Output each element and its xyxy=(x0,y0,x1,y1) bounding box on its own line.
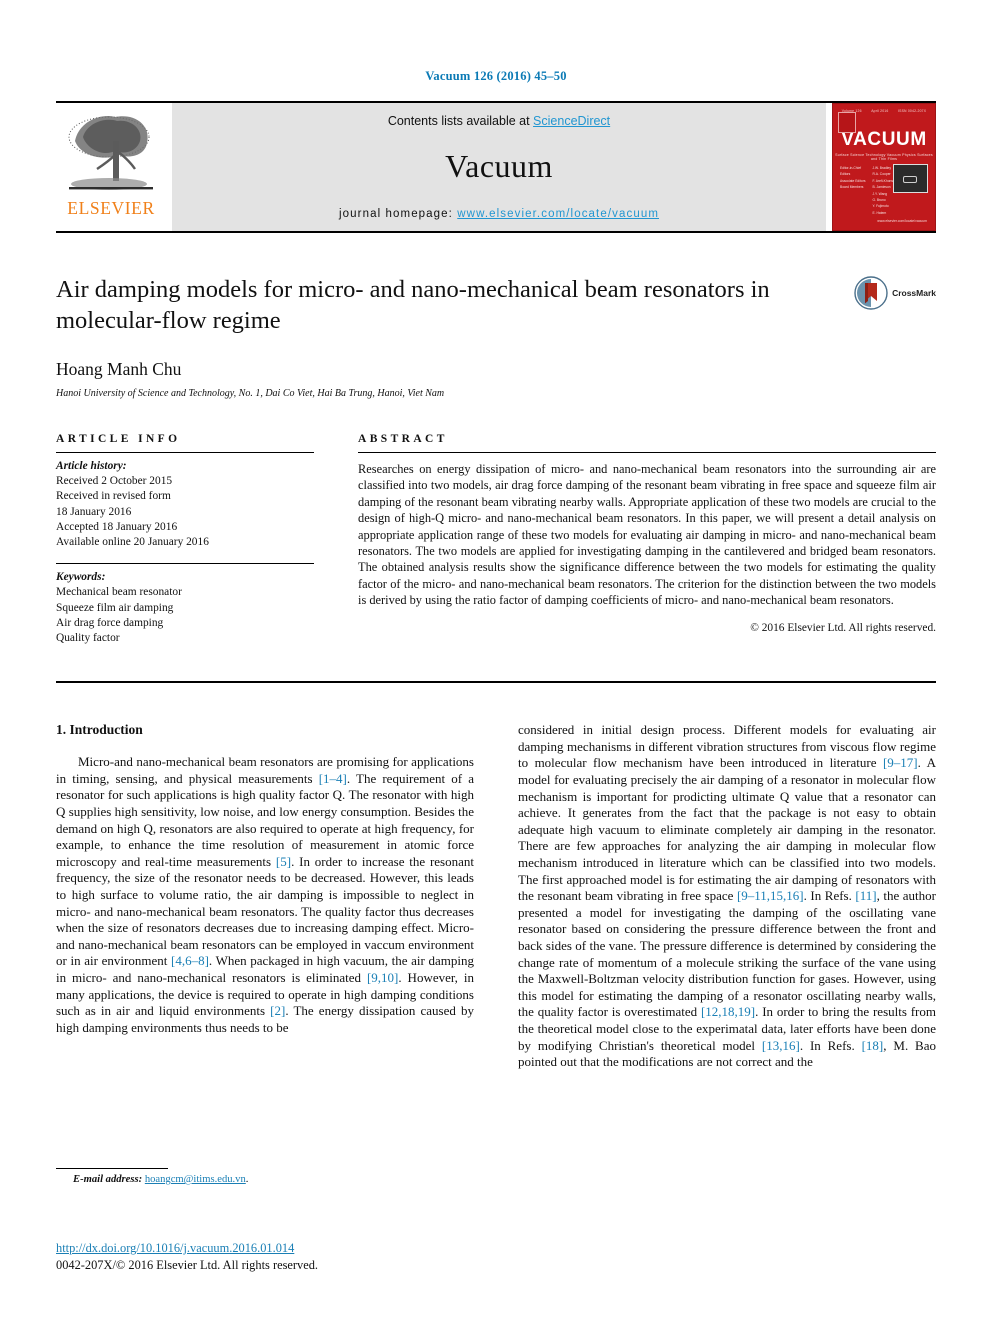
cover-photo xyxy=(893,164,928,193)
article-history-label: Article history: xyxy=(56,460,127,472)
cover-publisher-mark xyxy=(838,112,856,133)
cover-editor-role: Editors xyxy=(840,172,851,177)
article-history-item: 18 January 2016 xyxy=(56,505,132,518)
article-history: Article history: Received 2 October 2015… xyxy=(56,459,314,550)
journal-homepage-link[interactable]: www.elsevier.com/locate/vacuum xyxy=(457,208,659,220)
author-affiliation: Hanoi University of Science and Technolo… xyxy=(56,388,445,399)
intro-paragraph-right: considered in initial design process. Di… xyxy=(518,722,936,1070)
email-footnote: E-mail address: hoangcm@itims.edu.vn. xyxy=(56,1168,476,1185)
section-heading-introduction: 1. Introduction xyxy=(56,722,143,738)
keyword-item: Squeeze film air damping xyxy=(56,601,174,614)
citation-ref[interactable]: [5] xyxy=(276,854,291,869)
keyword-item: Air drag force damping xyxy=(56,616,164,629)
homepage-prefix: journal homepage: xyxy=(339,208,458,220)
cover-editor-name: G. Bruno xyxy=(872,197,886,202)
intro-text: . In order to increase the resonant freq… xyxy=(56,853,474,969)
intro-text: . In Refs. xyxy=(803,888,856,904)
crossmark-badge[interactable]: CrossMark xyxy=(854,276,936,310)
keyword-item: Quality factor xyxy=(56,632,120,645)
cover-editor-role: Board Members xyxy=(840,185,864,190)
citation-ref[interactable]: [18] xyxy=(862,1038,884,1053)
cover-editor-name: E. Hatem xyxy=(872,210,887,215)
abstract-column: ABSTRACT Researches on energy dissipatio… xyxy=(358,433,936,646)
citation-ref[interactable]: [1–4] xyxy=(319,771,347,786)
intro-text: . In Refs. xyxy=(799,1037,862,1053)
footnote-period: . xyxy=(245,1174,249,1185)
journal-masthead: ELSEVIER Contents lists available at Sci… xyxy=(56,101,936,231)
article-page: Vacuum 126 (2016) 45–50 ELSEVIER Content… xyxy=(0,0,992,1323)
intro-text: . A model for evaluating precisely the a… xyxy=(518,755,937,904)
elsevier-wordmark: ELSEVIER xyxy=(67,198,155,218)
abstract-bottom-rule xyxy=(56,681,936,684)
keywords-label: Keywords: xyxy=(56,571,106,584)
keywords-block: Keywords: Mechanical beam resonator Sque… xyxy=(56,570,314,646)
intro-text: , the author presented a model for inves… xyxy=(518,888,936,1020)
citation-ref[interactable]: [4,6–8] xyxy=(171,953,209,968)
page-footer: http://dx.doi.org/10.1016/j.vacuum.2016.… xyxy=(56,1239,318,1273)
page-title: Air damping models for micro- and nano-m… xyxy=(56,276,770,334)
running-head: Vacuum 126 (2016) 45–50 xyxy=(425,69,567,83)
citation-ref[interactable]: [11] xyxy=(855,888,876,903)
intro-text: considered in initial design process. Di… xyxy=(518,722,936,771)
body-columns: 1. Introduction Micro-and nano-mechanica… xyxy=(56,722,936,1070)
cover-topbar-date: April 2016 xyxy=(871,109,889,113)
article-history-item: Available online 20 January 2016 xyxy=(56,536,209,549)
body-column-left: 1. Introduction Micro-and nano-mechanica… xyxy=(56,722,474,1070)
cover-editor-role: Associate Editors xyxy=(840,178,866,183)
article-history-item: Received 2 October 2015 xyxy=(56,475,173,488)
contents-prefix: Contents lists available at xyxy=(387,114,534,128)
masthead-bottom-rule xyxy=(56,231,936,233)
citation-ref[interactable]: [2] xyxy=(270,1003,285,1018)
footnote-rule xyxy=(56,1168,168,1169)
article-info-rule xyxy=(56,452,314,453)
intro-paragraph-left: Micro-and nano-mechanical beam resonator… xyxy=(56,754,474,1036)
issn-copyright-line: 0042-207X/© 2016 Elsevier Ltd. All right… xyxy=(56,1258,318,1272)
abstract-rule xyxy=(358,452,936,453)
body-column-right: considered in initial design process. Di… xyxy=(518,722,936,1070)
crossmark-label: CrossMark xyxy=(892,288,936,298)
contents-available-line: Contents lists available at ScienceDirec… xyxy=(388,114,610,128)
article-history-item: Accepted 18 January 2016 xyxy=(56,520,178,533)
doi-link[interactable]: http://dx.doi.org/10.1016/j.vacuum.2016.… xyxy=(56,1241,294,1255)
citation-ref[interactable]: [13,16] xyxy=(762,1038,800,1053)
citation-ref[interactable]: [9–17] xyxy=(883,755,918,770)
citation-ref[interactable]: [9,10] xyxy=(367,970,398,985)
journal-homepage-line: journal homepage: www.elsevier.com/locat… xyxy=(339,208,659,220)
elsevier-tree-icon xyxy=(68,116,153,190)
crossmark-icon xyxy=(854,276,888,310)
citation-ref[interactable]: [12,18,19] xyxy=(701,1004,755,1019)
abstract-text: Researches on energy dissipation of micr… xyxy=(358,462,936,608)
cover-topbar-issn: ISSN 0042-207X xyxy=(897,109,927,113)
journal-banner: Contents lists available at ScienceDirec… xyxy=(172,103,826,231)
journal-title: Vacuum xyxy=(445,148,553,184)
cover-footer-url: www.elsevier.com/locate/vacuum xyxy=(877,219,927,223)
keyword-item: Mechanical beam resonator xyxy=(56,586,182,599)
sciencedirect-link[interactable]: ScienceDirect xyxy=(533,114,610,128)
email-label: E-mail address: xyxy=(73,1174,143,1185)
footnote-text: E-mail address: hoangcm@itims.edu.vn. xyxy=(56,1174,476,1185)
cover-editor-name: Y. Fujimoto xyxy=(872,204,889,209)
title-block: Air damping models for micro- and nano-m… xyxy=(56,274,936,399)
email-link[interactable]: hoangcm@itims.edu.vn xyxy=(145,1174,246,1185)
cover-subtitle: Surface Science Technology Vacuum Physic… xyxy=(835,153,933,161)
keywords-rule xyxy=(56,563,314,565)
cover-editor-roles: Editor-in-Chief Editors Associate Editor… xyxy=(840,166,865,215)
info-abstract-row: ARTICLE INFO Article history: Received 2… xyxy=(56,433,936,646)
cover-editor-list: Editor-in-Chief Editors Associate Editor… xyxy=(840,166,897,215)
article-info-heading: ARTICLE INFO xyxy=(56,433,181,445)
elsevier-logo: ELSEVIER xyxy=(56,103,166,231)
author-name: Hoang Manh Chu xyxy=(56,359,182,379)
citation-ref[interactable]: [9–11,15,16] xyxy=(737,888,804,903)
abstract-heading: ABSTRACT xyxy=(358,433,448,445)
article-info-column: ARTICLE INFO Article history: Received 2… xyxy=(56,433,314,646)
cover-editor-role: Editor-in-Chief xyxy=(840,166,862,170)
abstract-copyright: © 2016 Elsevier Ltd. All rights reserved… xyxy=(750,621,936,634)
article-history-item: Received in revised form xyxy=(56,490,171,503)
journal-cover-thumbnail[interactable]: Volume 126 April 2016 ISSN 0042-207X VAC… xyxy=(832,103,936,231)
